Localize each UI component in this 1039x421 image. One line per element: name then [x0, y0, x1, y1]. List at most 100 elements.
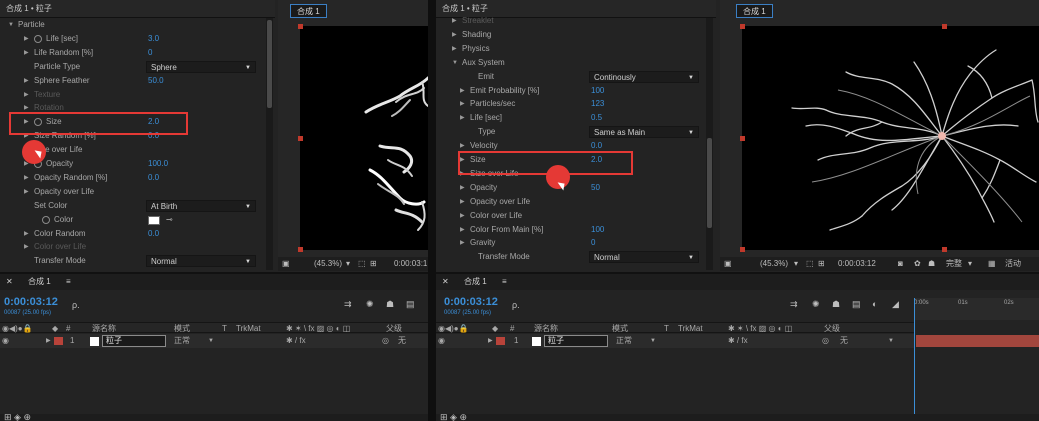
- comp-mini-flowchart-icon[interactable]: ⇉: [344, 299, 352, 310]
- layer-handle[interactable]: [942, 24, 947, 29]
- property-row[interactable]: Set Color At Birth ▼: [0, 199, 265, 213]
- layer-handle[interactable]: [740, 247, 745, 252]
- frame-blending-icon[interactable]: ▤: [406, 299, 415, 310]
- expand-arrow-icon[interactable]: ▶: [24, 74, 29, 88]
- expand-arrow-icon[interactable]: ▶: [460, 195, 465, 209]
- property-row[interactable]: Emit Continously ▼: [436, 70, 704, 84]
- layer-mode[interactable]: 正常: [616, 334, 632, 348]
- comp-mini-flowchart-icon[interactable]: ⇉: [790, 299, 798, 310]
- property-dropdown[interactable]: Continously ▼: [589, 70, 699, 83]
- layer-row[interactable]: ◉ ▶ 1 粒子 正常 ▼ ✱ / fx ◎ 无 ▼: [436, 334, 914, 348]
- pickwhip-icon[interactable]: ◎: [822, 334, 829, 348]
- expand-arrow-icon[interactable]: ▶: [460, 223, 465, 237]
- expand-arrow-icon[interactable]: ▶: [24, 88, 29, 102]
- shy-layers-icon[interactable]: ☗: [832, 299, 840, 310]
- property-row[interactable]: ▶ Emit Probability [%] 100: [436, 84, 704, 98]
- layer-mode[interactable]: 正常: [174, 334, 190, 348]
- current-time[interactable]: 0:00:03:12: [444, 296, 498, 308]
- property-row[interactable]: Transfer Mode Normal ▼: [436, 250, 704, 264]
- column-source-name[interactable]: 源名称: [534, 323, 558, 334]
- layer-handle[interactable]: [298, 136, 303, 141]
- region-of-interest-icon[interactable]: ⬚: [806, 257, 814, 271]
- tab-composition-timeline[interactable]: 合成 1: [464, 274, 487, 290]
- expand-arrow-icon[interactable]: ▶: [460, 236, 465, 250]
- color-management-icon[interactable]: ☗: [928, 257, 935, 271]
- current-time[interactable]: 0:00:03:12: [4, 296, 58, 308]
- tab-composition[interactable]: 合成 1: [736, 4, 773, 18]
- layer-parent[interactable]: 无: [840, 334, 848, 348]
- close-icon[interactable]: ✕: [6, 274, 13, 290]
- property-row[interactable]: Particle Type Sphere ▼: [0, 60, 265, 74]
- composition-canvas[interactable]: [742, 26, 1039, 250]
- expand-arrow-icon[interactable]: ▶: [46, 334, 51, 348]
- camera-icon[interactable]: ◙: [898, 257, 903, 271]
- property-value[interactable]: 100: [591, 84, 604, 98]
- expand-arrow-icon[interactable]: ▶: [24, 171, 29, 185]
- expand-arrow-icon[interactable]: ▶: [452, 14, 457, 28]
- expand-arrow-icon[interactable]: ▶: [460, 111, 465, 125]
- eye-icon[interactable]: ◉: [438, 334, 445, 348]
- draft-3d-icon[interactable]: ✺: [366, 299, 374, 310]
- draft-3d-icon[interactable]: ✺: [812, 299, 820, 310]
- property-row[interactable]: ▼ Particle: [0, 18, 265, 32]
- property-value[interactable]: 0.5: [591, 111, 602, 125]
- layer-parent[interactable]: 无: [398, 334, 406, 348]
- layer-handle[interactable]: [298, 247, 303, 252]
- property-value[interactable]: 123: [591, 97, 604, 111]
- property-row[interactable]: ▶ Particles/sec 123: [436, 97, 704, 111]
- resolution-dropdown-icon[interactable]: ▾: [794, 257, 798, 271]
- property-value[interactable]: 0.0: [148, 171, 159, 185]
- property-row[interactable]: ▶ Gravity 0: [436, 236, 704, 250]
- channel-icon[interactable]: ✿: [914, 257, 921, 271]
- property-dropdown[interactable]: At Birth ▼: [146, 199, 256, 212]
- parent-dropdown-icon[interactable]: ▼: [888, 334, 894, 348]
- property-row[interactable]: ▶ Life Random [%] 0: [0, 46, 265, 60]
- shy-layers-icon[interactable]: ☗: [386, 299, 394, 310]
- motion-blur-icon[interactable]: ◐: [872, 299, 877, 309]
- property-row[interactable]: ▼ Aux System: [436, 56, 704, 70]
- grid-icon[interactable]: ⊞: [370, 257, 377, 271]
- layer-handle[interactable]: [942, 247, 947, 252]
- property-dropdown[interactable]: Normal ▼: [589, 251, 699, 264]
- property-row[interactable]: Transfer Mode Normal ▼: [0, 254, 265, 268]
- close-icon[interactable]: ✕: [442, 274, 449, 290]
- collapse-arrow-icon[interactable]: ▼: [452, 56, 458, 70]
- resolution-dropdown-icon[interactable]: ▾: [346, 257, 350, 271]
- menu-icon[interactable]: ≡: [66, 274, 71, 290]
- property-row[interactable]: Color ⊸: [0, 213, 265, 227]
- property-dropdown[interactable]: Sphere ▼: [146, 60, 256, 73]
- layer-label-color[interactable]: [54, 337, 63, 345]
- composition-canvas[interactable]: [300, 26, 428, 250]
- property-row[interactable]: ▶ Color over Life: [0, 240, 265, 254]
- snapshot-icon[interactable]: ▣: [282, 257, 290, 271]
- expand-arrow-icon[interactable]: ▶: [24, 240, 29, 254]
- property-row[interactable]: ▶ Color Random 0.0: [0, 227, 265, 241]
- property-row[interactable]: ▶ Opacity over Life: [436, 195, 704, 209]
- pickwhip-icon[interactable]: ◎: [382, 334, 389, 348]
- playhead[interactable]: [914, 298, 915, 421]
- time-ruler[interactable]: 0:00s 01s 02s: [914, 298, 1039, 320]
- stopwatch-icon[interactable]: [34, 34, 42, 43]
- property-value[interactable]: 100: [591, 223, 604, 237]
- viewer-timecode[interactable]: 0:00:03:1: [394, 257, 427, 271]
- property-row[interactable]: ▶ Opacity over Life: [0, 185, 265, 199]
- property-row[interactable]: ▶ Life [sec] 0.5: [436, 111, 704, 125]
- menu-icon[interactable]: ≡: [502, 274, 507, 290]
- layer-row[interactable]: ◉ ▶ 1 粒子 正常 ▼ ✱ / fx ◎ 无: [0, 334, 428, 348]
- layer-label-color[interactable]: [496, 337, 505, 345]
- search-icon[interactable]: ρ.: [72, 300, 80, 310]
- toggle-switches-icon[interactable]: ⊞ ◈ ⊕: [440, 412, 467, 421]
- expand-arrow-icon[interactable]: ▶: [24, 185, 29, 199]
- property-value[interactable]: 0: [591, 236, 595, 250]
- frame-blending-icon[interactable]: ▤: [852, 299, 861, 310]
- property-row[interactable]: Type Same as Main ▼: [436, 125, 704, 139]
- tab-composition[interactable]: 合成 1: [290, 4, 327, 18]
- expand-arrow-icon[interactable]: ▶: [452, 42, 457, 56]
- layer-handle[interactable]: [740, 136, 745, 141]
- color-swatch[interactable]: [148, 215, 160, 225]
- toggle-switches-icon[interactable]: ⊞ ◈ ⊕: [4, 412, 31, 421]
- expand-arrow-icon[interactable]: ▶: [488, 334, 493, 348]
- layer-name[interactable]: 粒子: [544, 335, 608, 347]
- property-value[interactable]: 100.0: [148, 157, 168, 171]
- property-row[interactable]: ▶ Sphere Feather 50.0: [0, 74, 265, 88]
